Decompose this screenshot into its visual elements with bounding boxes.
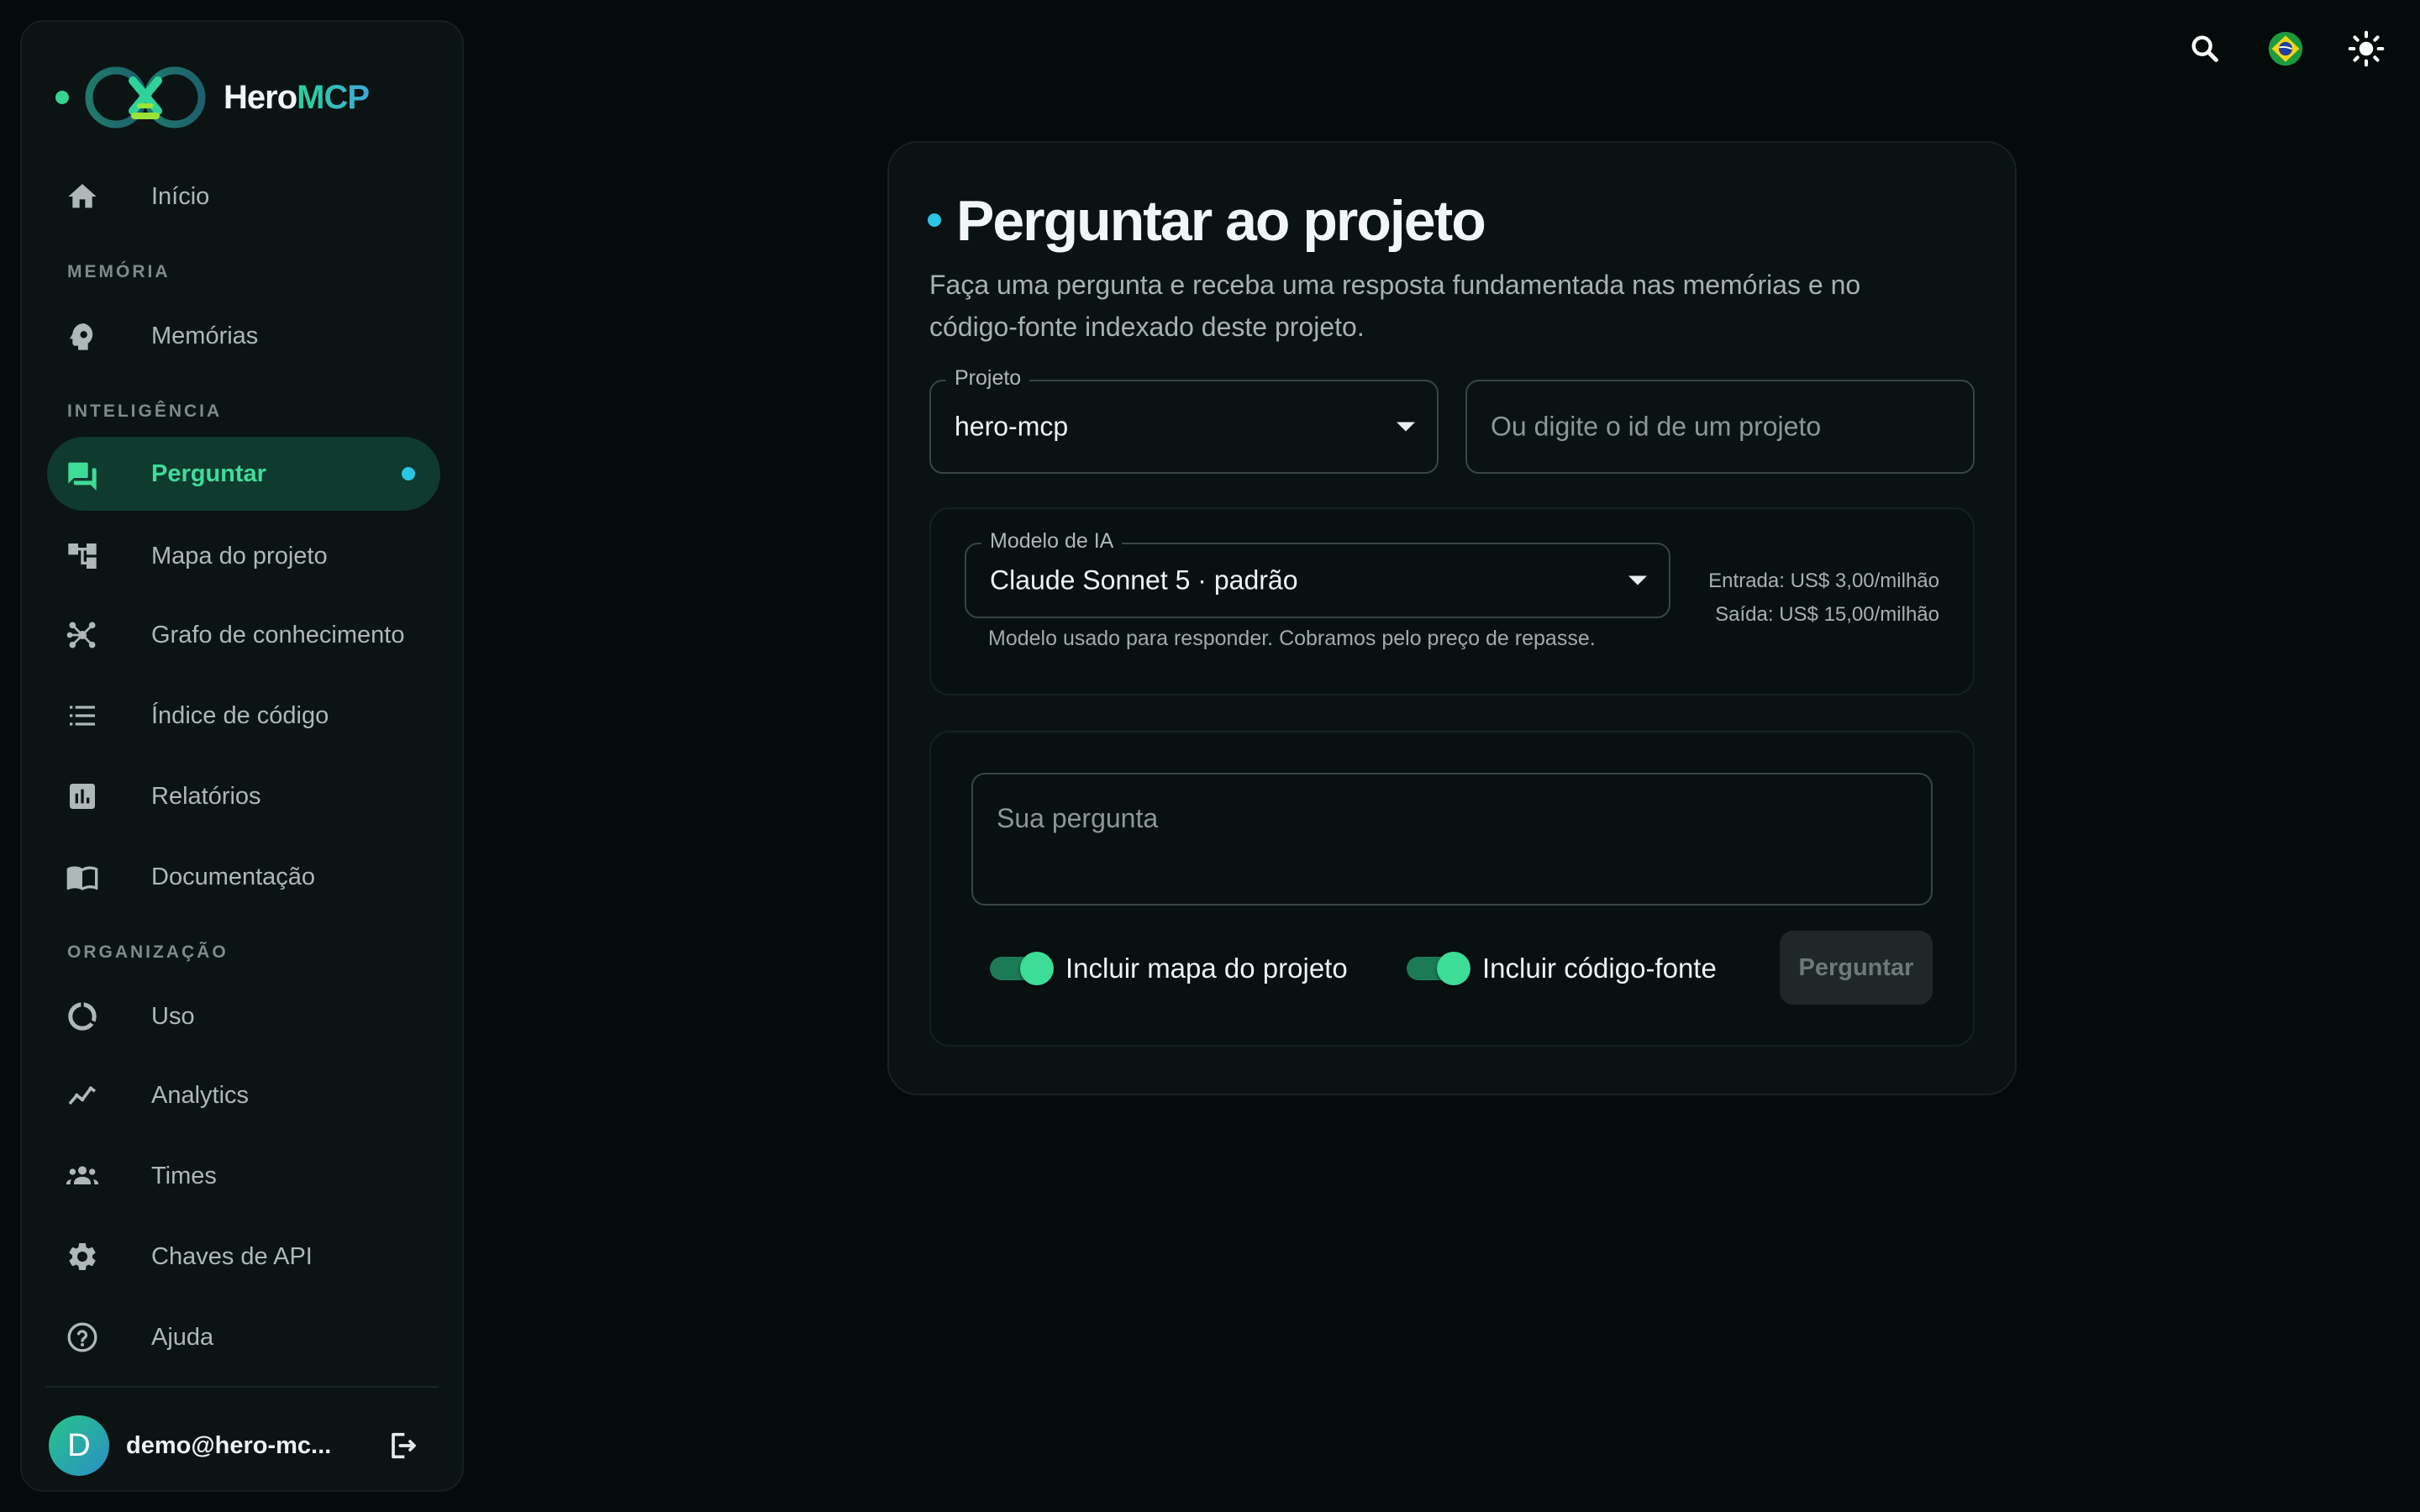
question-panel: Sua pergunta Incluir mapa do projeto Inc… bbox=[929, 731, 1975, 1047]
switch-knob bbox=[1020, 952, 1054, 985]
section-label-intelligence: INTELIGÊNCIA bbox=[67, 402, 223, 421]
trend-icon bbox=[66, 1079, 99, 1112]
sidebar-item-chaves-de-api[interactable]: Chaves de API bbox=[47, 1220, 440, 1294]
sidebar-item-documentacao[interactable]: Documentação bbox=[47, 840, 440, 914]
sidebar-item-label: Mapa do projeto bbox=[151, 542, 328, 570]
question-placeholder: Sua pergunta bbox=[997, 803, 1159, 833]
toggle-include-map[interactable]: Incluir mapa do projeto bbox=[990, 952, 1348, 985]
question-textarea[interactable]: Sua pergunta bbox=[971, 773, 1933, 906]
brand[interactable]: HeroMCP bbox=[55, 64, 370, 131]
sidebar-item-grafo[interactable]: Grafo de conhecimento bbox=[47, 598, 440, 672]
status-dot bbox=[55, 91, 69, 104]
help-icon bbox=[66, 1320, 99, 1354]
active-indicator-dot bbox=[402, 467, 415, 480]
chevron-down-icon bbox=[1397, 422, 1415, 432]
page-title: Perguntar ao projeto bbox=[956, 189, 1486, 253]
page-subtitle: Faça uma pergunta e receba uma resposta … bbox=[929, 270, 1861, 342]
donut-icon bbox=[66, 1000, 99, 1033]
ask-project-card: Perguntar ao projeto Faça uma pergunta e… bbox=[887, 141, 2017, 1095]
sidebar: HeroMCP Início MEMÓRIA Memórias INTELIGÊ… bbox=[20, 20, 464, 1492]
sun-icon bbox=[2348, 30, 2385, 67]
model-helper-text: Modelo usado para responder. Cobramos pe… bbox=[988, 627, 1596, 650]
brand-name-hero: Hero bbox=[224, 78, 297, 116]
home-icon bbox=[66, 180, 99, 213]
book-icon bbox=[66, 860, 99, 894]
brand-name-mcp: MCP bbox=[297, 78, 370, 116]
logout-icon bbox=[392, 1432, 416, 1459]
project-id-placeholder: Ou digite o id de um projeto bbox=[1491, 411, 1822, 442]
top-toolbar bbox=[2185, 25, 2386, 72]
brain-icon bbox=[66, 319, 99, 353]
toggle-include-source[interactable]: Incluir código-fonte bbox=[1407, 952, 1717, 985]
sidebar-item-label: Início bbox=[151, 182, 210, 210]
search-icon bbox=[2191, 35, 2218, 62]
switch-knob bbox=[1437, 952, 1470, 985]
sidebar-item-ajuda[interactable]: Ajuda bbox=[47, 1300, 440, 1374]
avatar[interactable]: D bbox=[49, 1415, 109, 1476]
model-select-label: Modelo de IA bbox=[981, 529, 1123, 554]
language-button[interactable] bbox=[2265, 25, 2306, 72]
sidebar-item-label: Perguntar bbox=[151, 459, 266, 487]
sidebar-item-label: Documentação bbox=[151, 863, 316, 890]
logout-button[interactable] bbox=[381, 1425, 422, 1466]
project-select-label: Projeto bbox=[946, 366, 1030, 391]
brazil-flag-icon bbox=[2268, 31, 2303, 66]
project-select-value: hero-mcp bbox=[955, 411, 1069, 442]
switch-include-map[interactable] bbox=[990, 952, 1054, 985]
project-id-input[interactable]: Ou digite o id de um projeto bbox=[1465, 380, 1975, 474]
sidebar-item-analytics[interactable]: Analytics bbox=[47, 1058, 440, 1132]
sidebar-item-label: Analytics bbox=[151, 1081, 250, 1109]
search-button[interactable] bbox=[2185, 25, 2225, 72]
price-output: Saída: US$ 15,00/milhão bbox=[1715, 603, 1939, 626]
group-icon bbox=[66, 1159, 99, 1193]
sidebar-item-indice-de-codigo[interactable]: Índice de código bbox=[47, 679, 440, 753]
sidebar-item-label: Relatórios bbox=[151, 782, 261, 810]
gear-icon bbox=[66, 1240, 99, 1273]
tree-icon bbox=[66, 539, 99, 573]
sidebar-item-inicio[interactable]: Início bbox=[47, 160, 440, 234]
switch-include-source[interactable] bbox=[1407, 952, 1470, 985]
list-icon bbox=[66, 699, 99, 732]
sidebar-divider bbox=[45, 1386, 439, 1388]
sidebar-item-label: Times bbox=[151, 1162, 217, 1189]
model-panel: Modelo de IA Claude Sonnet 5 · padrão Mo… bbox=[929, 507, 1975, 696]
sidebar-item-label: Uso bbox=[151, 1002, 195, 1030]
sidebar-item-perguntar[interactable]: Perguntar bbox=[47, 437, 440, 511]
section-label-memory: MEMÓRIA bbox=[67, 262, 171, 281]
sidebar-item-memorias[interactable]: Memórias bbox=[47, 299, 440, 373]
sidebar-item-label: Índice de código bbox=[151, 701, 329, 729]
model-select-value: Claude Sonnet 5 · padrão bbox=[990, 564, 1298, 596]
sidebar-item-uso[interactable]: Uso bbox=[47, 979, 440, 1053]
app-root: HeroMCP Início MEMÓRIA Memórias INTELIGÊ… bbox=[0, 0, 2420, 1512]
user-row[interactable]: D demo@hero-mc... bbox=[49, 1413, 439, 1478]
model-select[interactable]: Modelo de IA Claude Sonnet 5 · padrão bbox=[965, 529, 1670, 618]
bar-chart-icon bbox=[66, 780, 99, 813]
theme-toggle-button[interactable] bbox=[2346, 25, 2386, 72]
submit-question-button[interactable]: Perguntar bbox=[1780, 931, 1933, 1005]
sidebar-item-relatorios[interactable]: Relatórios bbox=[47, 759, 440, 833]
graph-icon bbox=[66, 618, 99, 652]
title-dot bbox=[928, 213, 941, 227]
sidebar-item-label: Chaves de API bbox=[151, 1242, 313, 1270]
user-email: demo@hero-mc... bbox=[126, 1431, 332, 1459]
sidebar-item-label: Memórias bbox=[151, 322, 259, 349]
sidebar-item-mapa-do-projeto[interactable]: Mapa do projeto bbox=[47, 519, 440, 593]
chevron-down-icon bbox=[1628, 575, 1647, 585]
sidebar-item-label: Grafo de conhecimento bbox=[151, 621, 405, 648]
logo-icon bbox=[85, 66, 206, 129]
brand-name: HeroMCP bbox=[224, 78, 370, 117]
price-input: Entrada: US$ 3,00/milhão bbox=[1708, 570, 1939, 592]
project-select[interactable]: Projeto hero-mcp bbox=[929, 366, 1439, 474]
toggle-include-map-label: Incluir mapa do projeto bbox=[1065, 953, 1348, 984]
section-label-organization: ORGANIZAÇÃO bbox=[67, 942, 229, 962]
sidebar-item-label: Ajuda bbox=[151, 1323, 214, 1351]
chat-icon bbox=[66, 457, 99, 491]
sidebar-item-times[interactable]: Times bbox=[47, 1139, 440, 1213]
toggle-include-source-label: Incluir código-fonte bbox=[1482, 953, 1717, 984]
